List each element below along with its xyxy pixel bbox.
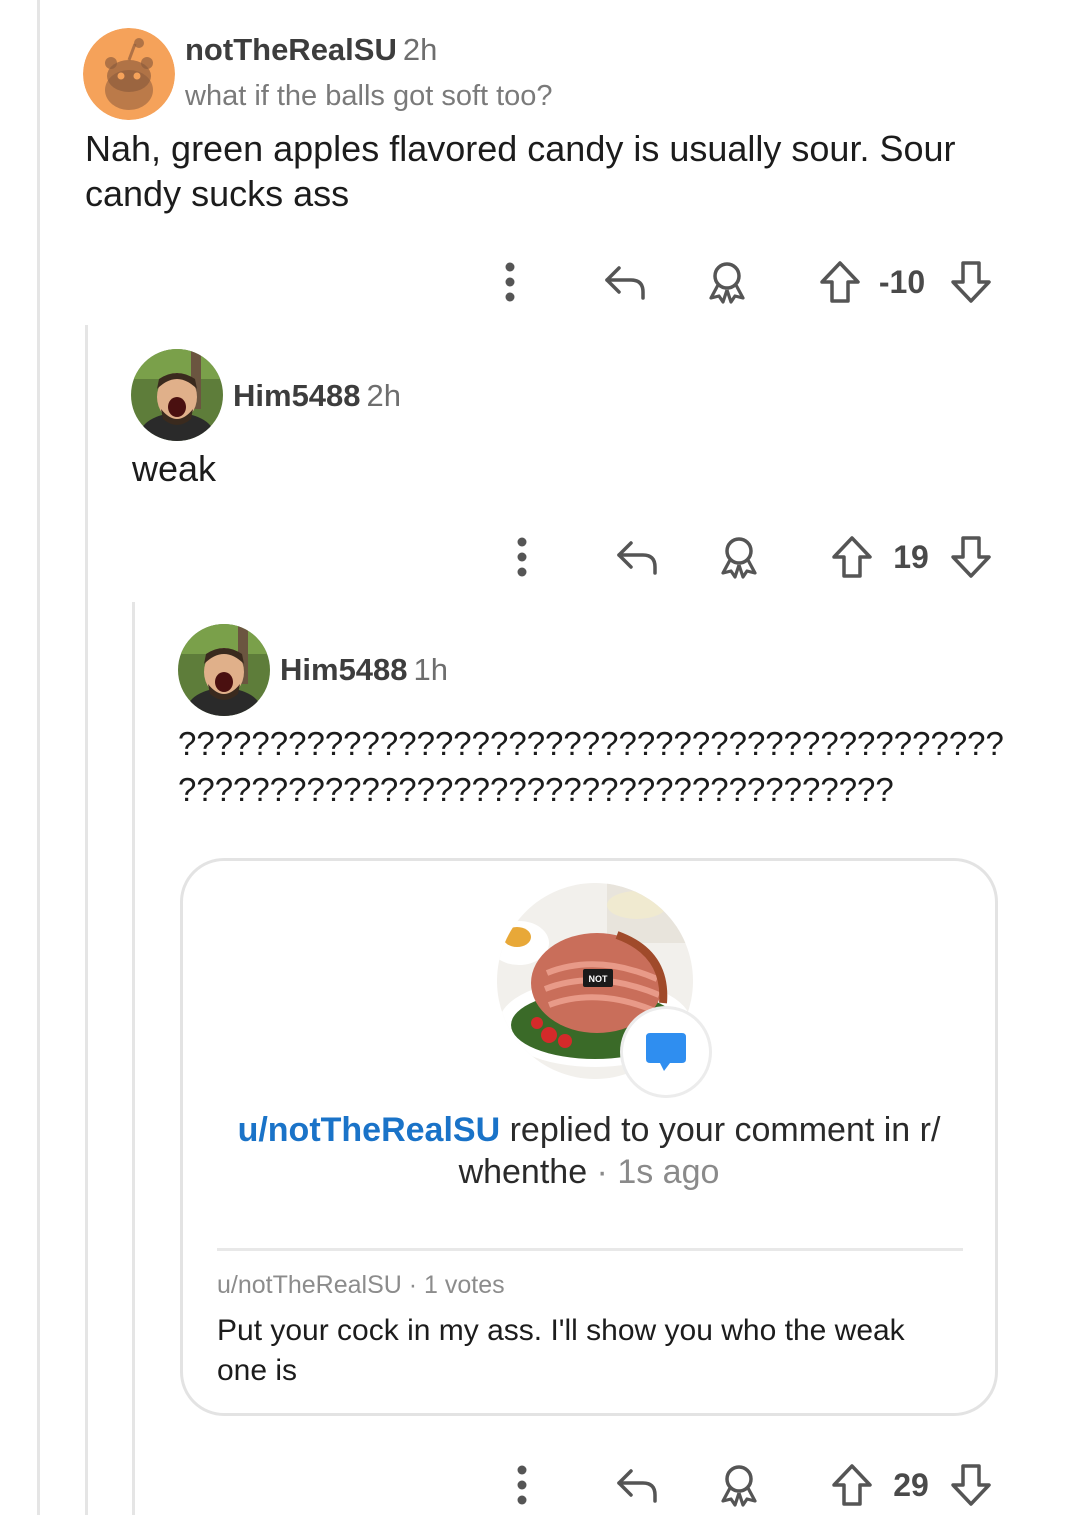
notification-headline: u/notTheRealSU replied to your comment i… — [203, 1109, 975, 1193]
comment-time: 2h — [366, 378, 402, 413]
upvote-icon[interactable] — [827, 1455, 877, 1515]
username-label[interactable]: Him5488 — [280, 652, 408, 687]
downvote-icon[interactable] — [946, 527, 996, 587]
notification-subreddit[interactable]: whenthe — [459, 1153, 588, 1191]
vote-score: 29 — [893, 1467, 929, 1503]
comment-username[interactable]: Him5488 1h — [280, 652, 448, 688]
downvote-icon[interactable] — [946, 1455, 996, 1515]
comment-actions: -10 — [490, 252, 1010, 312]
parent-comment-excerpt[interactable]: what if the balls got soft too? — [185, 80, 553, 113]
notification-separator: · — [587, 1153, 618, 1191]
notification-time: 1s ago — [617, 1153, 720, 1191]
comment-username[interactable]: Him5488 2h — [233, 378, 401, 414]
username-label[interactable]: notTheRealSU — [185, 32, 397, 67]
image-badge-text: NOT — [589, 974, 609, 984]
reply-icon[interactable] — [612, 527, 662, 587]
snoo-avatar-icon[interactable] — [83, 28, 175, 120]
notification-meta: u/notTheRealSU · 1 votes — [217, 1271, 505, 1299]
upvote-icon[interactable] — [827, 527, 877, 587]
notification-action-text: replied to your comment in r/ — [500, 1111, 941, 1149]
reply-icon[interactable] — [600, 252, 650, 312]
vote-score: -10 — [878, 264, 926, 300]
comment-body: ????????????????????????????????????????… — [178, 721, 1004, 813]
award-icon[interactable] — [702, 252, 752, 312]
comment-actions: 29 — [502, 1455, 1022, 1515]
notification-replier-link[interactable]: u/notTheRealSU — [238, 1111, 501, 1149]
comment-body: weak — [132, 448, 217, 489]
chat-bubble-icon — [623, 1009, 709, 1095]
profile-photo-icon[interactable] — [178, 624, 270, 716]
thread-line-level-2 — [132, 602, 135, 1515]
more-options-icon[interactable] — [502, 527, 542, 587]
reply-icon[interactable] — [612, 1455, 662, 1515]
award-icon[interactable] — [714, 1455, 764, 1515]
thread-line-level-1 — [85, 325, 88, 1515]
notification-reply-body: Put your cock in my ass. I'll show you w… — [217, 1314, 905, 1387]
notification-card[interactable]: NOT u/notTheRealSU replied to your comme… — [180, 858, 998, 1416]
comment-body-line: ??????????????????????????????????????? — [178, 771, 894, 808]
username-label[interactable]: Him5488 — [233, 378, 361, 413]
comment-username[interactable]: notTheRealSU 2h — [185, 32, 437, 68]
vote-score: 19 — [893, 539, 929, 575]
comment-actions: 19 — [502, 527, 1022, 587]
more-options-icon[interactable] — [490, 252, 530, 312]
comment-body: Nah, green apples flavored candy is usua… — [85, 128, 956, 214]
more-options-icon[interactable] — [502, 1455, 542, 1515]
downvote-icon[interactable] — [946, 252, 996, 312]
profile-photo-icon[interactable] — [131, 349, 223, 441]
award-icon[interactable] — [714, 527, 764, 587]
notification-divider — [217, 1248, 963, 1251]
upvote-icon[interactable] — [815, 252, 865, 312]
comment-body-line: ????????????????????????????????????????… — [178, 725, 1004, 762]
comment-time: 2h — [402, 32, 438, 67]
comment-time: 1h — [413, 652, 449, 687]
thread-line-root — [37, 0, 40, 1515]
